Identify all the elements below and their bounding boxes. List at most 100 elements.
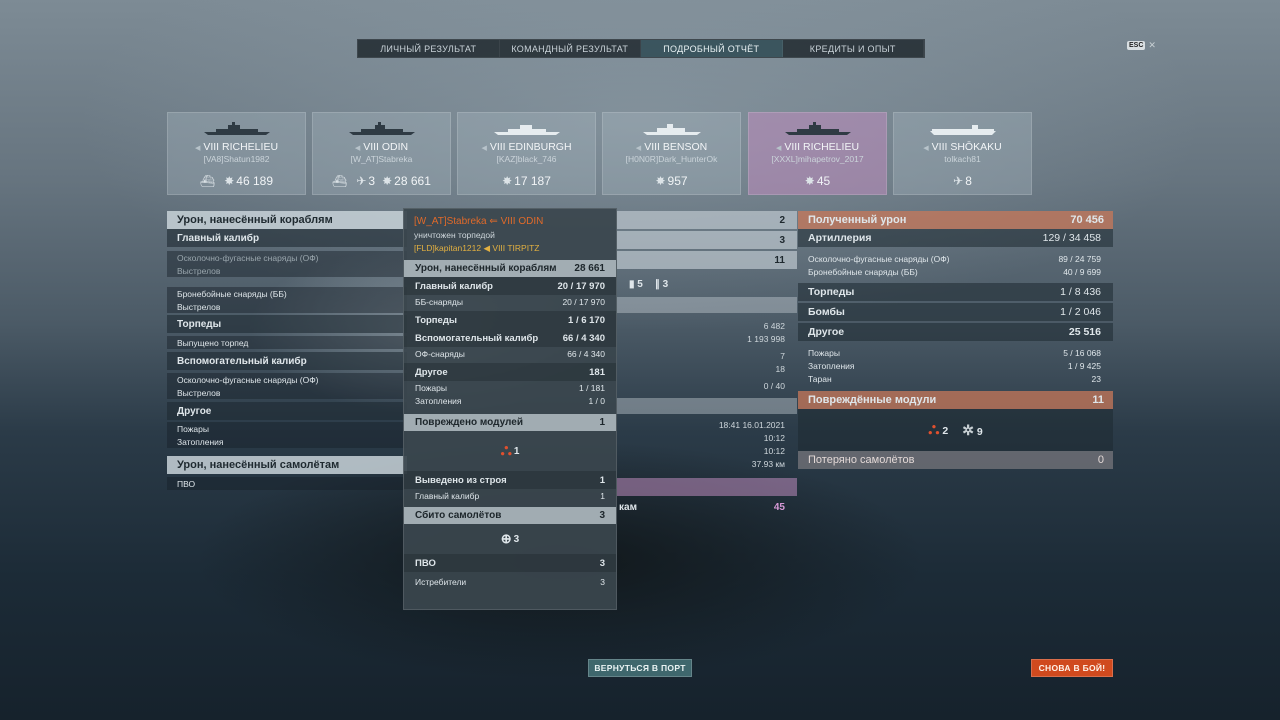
ship-icon: ⛴ <box>332 174 348 188</box>
ship-class-icon: ◀ <box>194 145 201 152</box>
main-battery-damaged-icon: ⛬ <box>500 442 512 459</box>
popup-damage-header: Урон, нанесённый кораблям 28 661 <box>404 260 616 277</box>
esc-key-icon: ESC <box>1127 41 1146 50</box>
ship-stats: ✸ 45 <box>804 174 831 188</box>
middle-value: 3 <box>617 231 797 249</box>
player-name: [KAZ]black_746 <box>496 154 557 164</box>
player-name: [W_AT]Stabreka <box>350 154 413 164</box>
stat-value: 0 / 40 <box>763 380 785 391</box>
ship-card[interactable]: ◀ VIII BENSON [H0N0R]Dark_HunterOk ✸ 957 <box>602 112 741 195</box>
popup-row: Торпеды 1 / 6 170 <box>404 311 616 329</box>
player-name: [XXXL]mihapetrov_2017 <box>771 154 864 164</box>
close-button[interactable]: ESC ✕ <box>1127 40 1156 51</box>
ap-shells-row: Бронебойные снаряды (ББ) <box>167 287 407 300</box>
popup-row: ПВО 3 <box>404 554 616 572</box>
battleship-silhouette-icon <box>203 122 270 135</box>
divider <box>617 398 797 414</box>
kill-info: [W_AT]Stabreka ⇐ VIII ODIN уничтожен тор… <box>404 209 616 260</box>
damage-icon: ✸ <box>224 174 235 188</box>
ship-damage-header: Урон, нанесённый кораблям <box>167 211 407 229</box>
stat-value: 6 482 <box>763 320 785 331</box>
ship-stats: ✸ 17 187 <box>502 174 551 188</box>
floods-row: Затопления 1 / 9 425 <box>808 360 1101 371</box>
destroyer-silhouette-icon <box>642 124 701 135</box>
he-shells-row: Осколочно-фугасные снаряды (ОФ) <box>167 373 407 386</box>
crosshair-icon: ⊕ <box>500 531 512 546</box>
main-battery-damaged-icon: ⛬ <box>928 421 940 438</box>
shots-row: Выстрелов <box>167 264 407 277</box>
ap-row: Бронебойные снаряды (ББ) 40 / 9 699 <box>808 266 1101 277</box>
popup-row: ББ-снаряды 20 / 17 970 <box>415 296 605 307</box>
cruiser-silhouette-icon <box>493 125 560 135</box>
module-icons: ⛬ 1 <box>500 442 520 459</box>
stat-value: 10:12 <box>763 432 785 443</box>
planes-lost-header: Потеряно самолётов 0 <box>798 451 1113 469</box>
he-row: Осколочно-фугасные снаряды (ОФ) 89 / 24 7… <box>808 253 1101 264</box>
floods-row: Затопления <box>167 435 407 448</box>
kill-details-popup: [W_AT]Stabreka ⇐ VIII ODIN уничтожен тор… <box>403 208 617 610</box>
distance-value: 37.93 км <box>751 458 785 469</box>
tab-credits-xp[interactable]: КРЕДИТЫ И ОПЫТ <box>783 40 924 57</box>
return-to-port-button[interactable]: ВЕРНУТЬСЯ В ПОРТ <box>588 659 692 677</box>
ship-card[interactable]: ◀ VIII SHŌKAKU tolkach81 ✈ 8 <box>893 112 1032 195</box>
torpedo-icon: ⇐ <box>489 216 498 227</box>
ship-name: ◀ VIII SHŌKAKU <box>923 141 1002 153</box>
ship-stats: ✸ 957 <box>655 174 688 188</box>
stat-value: 10:12 <box>763 445 785 456</box>
popup-row: Затопления 1 / 0 <box>415 395 605 406</box>
artillery-row: Артиллерия 129 / 34 458 <box>798 229 1113 247</box>
popup-modules-header: Повреждено модулей 1 <box>404 414 616 431</box>
ribbons-row: ▮ 5 ∥ 3 <box>629 278 669 290</box>
player-name: [VA8]Shatun1982 <box>203 154 270 164</box>
popup-row: Истребители 3 <box>415 576 605 587</box>
aa-mount-destroyed-icon: ✲ <box>962 421 974 438</box>
ship-name: ◀ VIII RICHELIEU <box>194 141 279 153</box>
damaged-modules-header: Повреждённые модули 11 <box>798 391 1113 409</box>
ship-card-player[interactable]: ◀ VIII RICHELIEU [XXXL]mihapetrov_2017 ✸ 4… <box>748 112 887 195</box>
citadel-icon: ▮ <box>629 278 635 290</box>
damage-icon: ✸ <box>655 174 666 188</box>
torpedoes-row: Торпеды <box>167 315 407 333</box>
ship-class-icon: ◀ <box>775 145 782 152</box>
middle-stats-panel: 2 3 11 ▮ 5 ∥ 3 6 482 1 193 998 7 18 0 / … <box>617 211 797 518</box>
he-shells-row: Осколочно-фугасные снаряды (ОФ) <box>167 251 407 264</box>
tab-personal-result[interactable]: ЛИЧНЫЙ РЕЗУЛЬТАТ <box>358 40 500 57</box>
secondary-row: Вспомогательный калибр <box>167 352 407 370</box>
planes-icons: ⊕ 3 <box>500 531 520 546</box>
tab-team-result[interactable]: КОМАНДНЫЙ РЕЗУЛЬТАТ <box>500 40 641 57</box>
popup-row: Главный калибр 1 <box>415 490 605 501</box>
popup-row: Другое 181 <box>404 363 616 381</box>
victim-ship: VIII TIRPITZ <box>492 243 540 253</box>
ship-name: ◀ VIII BENSON <box>635 141 708 153</box>
shots-row: Выстрелов <box>167 300 407 313</box>
ship-card[interactable]: ◀ VIII EDINBURGH [KAZ]black_746 ✸ 17 187 <box>457 112 596 195</box>
received-damage-header: Полученный урон 70 456 <box>798 211 1113 229</box>
popup-row: Вспомогательный калибр 66 / 4 340 <box>404 329 616 347</box>
main-caliber-row: Главный калибр <box>167 229 407 247</box>
middle-value: 11 <box>617 251 797 269</box>
other-row: Другое <box>167 402 407 420</box>
battleship-silhouette-icon <box>784 122 851 135</box>
ship-stats: ⛴ ✈ 3 ✸ 28 661 <box>332 174 431 188</box>
aircraft-damage-header: Урон, нанесённый самолётам <box>167 456 407 474</box>
partial-row: кам 45 <box>619 501 785 513</box>
torpedoes-row: Торпеды 1 / 8 436 <box>798 283 1113 301</box>
popup-row: Главный калибр 20 / 17 970 <box>404 277 616 295</box>
victim-name: [FLD]kapitan1212 <box>414 243 482 253</box>
ship-damage-panel: Урон, нанесённый кораблям Главный калибр… <box>167 211 407 490</box>
ship-card[interactable]: ◀ VIII RICHELIEU [VA8]Shatun1982 ⛴ ✸ 46 18… <box>167 112 306 195</box>
popup-row: ОФ-снаряды 66 / 4 340 <box>415 348 605 359</box>
popup-planes-header: Сбито самолётов 3 <box>404 507 616 524</box>
damage-icon: ✸ <box>382 174 393 188</box>
tab-detailed-report[interactable]: ПОДРОБНЫЙ ОТЧЁТ <box>641 40 783 57</box>
ship-card[interactable]: ◀ VIII ODIN [W_AT]Stabreka ⛴ ✈ 3 ✸ 28 661 <box>312 112 451 195</box>
damage-icon: ✸ <box>804 174 815 188</box>
popup-row: Выведено из строя 1 <box>404 471 616 489</box>
battleship-class-icon: ◀ <box>483 243 491 253</box>
ship-name: ◀ VIII ODIN <box>354 141 409 153</box>
ship-class-icon: ◀ <box>481 145 487 152</box>
popup-row: Пожары 1 / 181 <box>415 382 605 393</box>
tab-bar: ЛИЧНЫЙ РЕЗУЛЬТАТ КОМАНДНЫЙ РЕЗУЛЬТАТ ПОД… <box>357 39 925 58</box>
player-name: [H0N0R]Dark_HunterOk <box>625 154 718 164</box>
battle-again-button[interactable]: СНОВА В БОЙ! <box>1031 659 1113 677</box>
